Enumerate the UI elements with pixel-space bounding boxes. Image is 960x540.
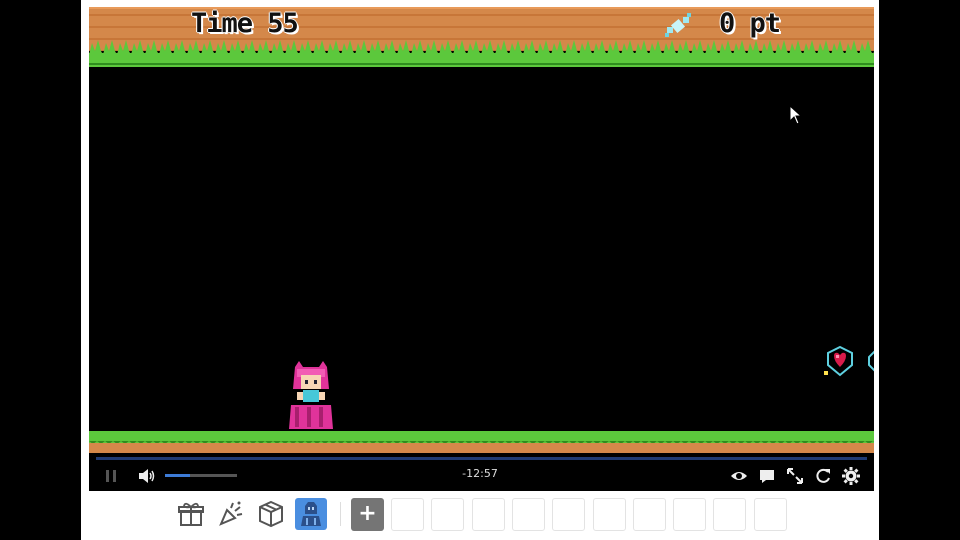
video-progress-bar[interactable]	[96, 457, 867, 460]
candy-icon	[665, 13, 691, 37]
empty-slot[interactable]	[391, 498, 424, 531]
gift-icon[interactable]	[175, 498, 207, 530]
time-counter: Time 55	[191, 8, 299, 39]
eye-icon[interactable]	[729, 466, 749, 486]
volume-slider[interactable]	[165, 474, 237, 477]
toolbar-divider	[340, 502, 341, 526]
score-counter: 0 pt	[719, 8, 781, 39]
box-icon[interactable]	[255, 498, 287, 530]
time-remaining: -12:57	[462, 467, 498, 480]
reload-icon[interactable]	[813, 466, 833, 486]
empty-slot[interactable]	[431, 498, 464, 531]
bottom-toolbar: +	[81, 492, 879, 540]
ground-grass-strip	[89, 431, 874, 453]
mouse-cursor-icon	[789, 105, 803, 125]
heart-gem-icon	[824, 345, 853, 377]
empty-slot[interactable]	[633, 498, 666, 531]
game-stage[interactable]: Time 55 0 pt	[89, 7, 874, 453]
chat-icon[interactable]	[757, 466, 777, 486]
crystal-gem-icon	[868, 350, 874, 372]
empty-slot[interactable]	[713, 498, 746, 531]
empty-slot[interactable]	[472, 498, 505, 531]
empty-slot[interactable]	[754, 498, 787, 531]
video-controls-bar: -12:57	[89, 453, 874, 491]
gear-icon[interactable]	[841, 466, 861, 486]
volume-slider-fill	[165, 474, 191, 477]
empty-slot[interactable]	[673, 498, 706, 531]
empty-slot[interactable]	[552, 498, 585, 531]
party-popper-icon[interactable]	[215, 498, 247, 530]
add-button[interactable]: +	[351, 498, 384, 531]
empty-slot[interactable]	[593, 498, 626, 531]
top-grass-strip	[89, 40, 874, 67]
character-icon[interactable]	[295, 498, 327, 530]
player-character	[289, 361, 333, 429]
game-frame: Time 55 0 pt -12:57	[81, 0, 879, 540]
empty-slot[interactable]	[512, 498, 545, 531]
pause-button[interactable]	[101, 467, 121, 485]
fullscreen-icon[interactable]	[785, 466, 805, 486]
volume-icon[interactable]	[137, 467, 157, 485]
